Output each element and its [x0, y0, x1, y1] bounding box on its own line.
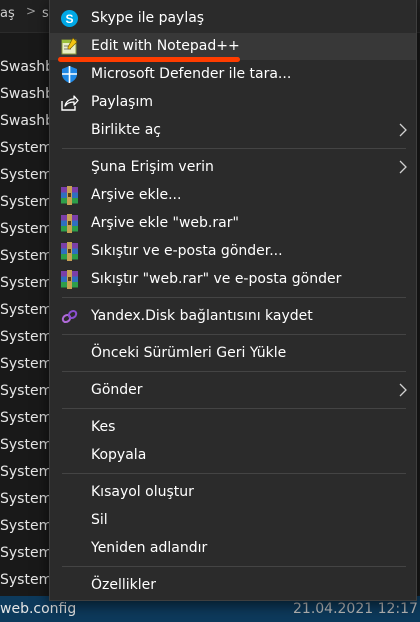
winrar-icon — [61, 186, 78, 205]
menu-item-label: Kısayol oluştur — [91, 484, 194, 500]
list-item[interactable]: System.D — [0, 270, 52, 297]
menu-separator — [62, 148, 406, 149]
menu-item-label: Edit with Notepad++ — [91, 38, 240, 54]
menu-item-label: Yeniden adlandır — [91, 540, 208, 556]
menu-item-label: Microsoft Defender ile tara... — [91, 66, 292, 82]
chevron-right-icon — [399, 160, 407, 174]
menu-item-share[interactable]: Paylaşım — [50, 89, 416, 116]
menu-item-give-access[interactable]: Şuna Erişim verin — [50, 154, 416, 181]
breadcrumb-separator-icon: > — [26, 4, 37, 18]
menu-item-yandex-disk-link[interactable]: Yandex.Disk bağlantısını kaydet — [50, 303, 416, 330]
menu-item-add-to-web-rar[interactable]: Arşive ekle "web.rar" — [50, 210, 416, 237]
menu-item-compress-web-rar-email[interactable]: Sıkıştır "web.rar" ve e-posta gönder — [50, 266, 416, 293]
breadcrumb-item[interactable]: s — [42, 6, 49, 21]
yandex-disk-icon — [61, 309, 78, 324]
winrar-icon — [61, 270, 78, 289]
list-item[interactable]: System.F — [0, 378, 52, 405]
highlight-underline — [58, 57, 240, 62]
menu-item-label: Arşive ekle... — [91, 187, 182, 203]
file-list: Swashbu Swashbu Swashbu System.C System.… — [0, 54, 52, 594]
list-item[interactable]: System.C — [0, 135, 52, 162]
menu-separator — [62, 371, 406, 372]
menu-item-label: Sıkıştır ve e-posta gönder... — [91, 243, 283, 259]
list-item[interactable]: System.C — [0, 162, 52, 189]
menu-item-defender-scan[interactable]: Microsoft Defender ile tara... — [50, 61, 416, 88]
list-item[interactable]: System.C — [0, 189, 52, 216]
menu-item-create-shortcut[interactable]: Kısayol oluştur — [50, 479, 416, 506]
menu-item-delete[interactable]: Sil — [50, 507, 416, 534]
list-item[interactable]: System.I — [0, 297, 52, 324]
list-item[interactable]: System.F — [0, 324, 52, 351]
menu-item-restore-previous-versions[interactable]: Önceki Sürümleri Geri Yükle — [50, 340, 416, 367]
list-item[interactable]: System.C — [0, 243, 52, 270]
skype-icon: S — [61, 10, 78, 27]
context-menu: S Skype ile paylaş Edit with Notepad++ M… — [49, 0, 417, 601]
menu-separator — [62, 297, 406, 298]
menu-separator — [62, 334, 406, 335]
menu-item-compress-email[interactable]: Sıkıştır ve e-posta gönder... — [50, 238, 416, 265]
menu-item-label: Önceki Sürümleri Geri Yükle — [91, 345, 287, 361]
svg-text:S: S — [65, 12, 73, 26]
menu-separator — [62, 473, 406, 474]
notepadpp-icon — [61, 37, 78, 55]
menu-item-cut[interactable]: Kes — [50, 414, 416, 441]
menu-item-rename[interactable]: Yeniden adlandır — [50, 535, 416, 562]
list-item[interactable]: System.S — [0, 405, 52, 432]
menu-item-label: Paylaşım — [91, 94, 153, 110]
list-item[interactable]: System.S — [0, 513, 52, 540]
share-icon — [61, 95, 79, 111]
menu-item-label: Skype ile paylaş — [91, 10, 205, 26]
menu-item-label: Sil — [91, 512, 108, 528]
breadcrumb-item[interactable]: aş — [0, 6, 15, 21]
menu-item-label: Şuna Erişim verin — [91, 159, 214, 175]
menu-item-skype-share[interactable]: S Skype ile paylaş — [50, 5, 416, 32]
chevron-right-icon — [399, 123, 407, 137]
list-item[interactable]: System.S — [0, 540, 52, 567]
list-item[interactable]: Swashbu — [0, 81, 52, 108]
chevron-right-icon — [399, 383, 407, 397]
menu-item-label: Kopyala — [91, 447, 147, 463]
list-item[interactable]: System.R — [0, 351, 52, 378]
menu-item-properties[interactable]: Özellikler — [50, 572, 416, 599]
menu-item-label: Birlikte aç — [91, 122, 161, 138]
list-item[interactable]: Swashbu — [0, 108, 52, 135]
menu-item-add-to-archive[interactable]: Arşive ekle... — [50, 182, 416, 209]
menu-item-label: Özellikler — [91, 577, 157, 593]
defender-shield-icon — [62, 66, 77, 83]
menu-separator — [62, 566, 406, 567]
winrar-icon — [61, 214, 78, 233]
menu-item-send-to[interactable]: Gönder — [50, 377, 416, 404]
menu-item-label: Gönder — [91, 382, 143, 398]
menu-item-copy[interactable]: Kopyala — [50, 442, 416, 469]
list-item[interactable]: System.S — [0, 486, 52, 513]
menu-item-label: Sıkıştır "web.rar" ve e-posta gönder — [91, 271, 342, 287]
menu-item-label: Kes — [91, 419, 116, 435]
winrar-icon — [61, 242, 78, 261]
menu-separator — [62, 408, 406, 409]
menu-item-open-with[interactable]: Birlikte aç — [50, 117, 416, 144]
list-item[interactable]: System.S — [0, 459, 52, 486]
list-item[interactable]: Swashbu — [0, 54, 52, 81]
menu-item-label: Yandex.Disk bağlantısını kaydet — [91, 308, 313, 324]
menu-item-edit-notepadpp[interactable]: Edit with Notepad++ — [50, 33, 416, 60]
list-item[interactable]: System.C — [0, 216, 52, 243]
list-item[interactable]: System.S — [0, 567, 52, 594]
menu-item-label: Arşive ekle "web.rar" — [91, 215, 239, 231]
list-item[interactable]: System.S — [0, 432, 52, 459]
